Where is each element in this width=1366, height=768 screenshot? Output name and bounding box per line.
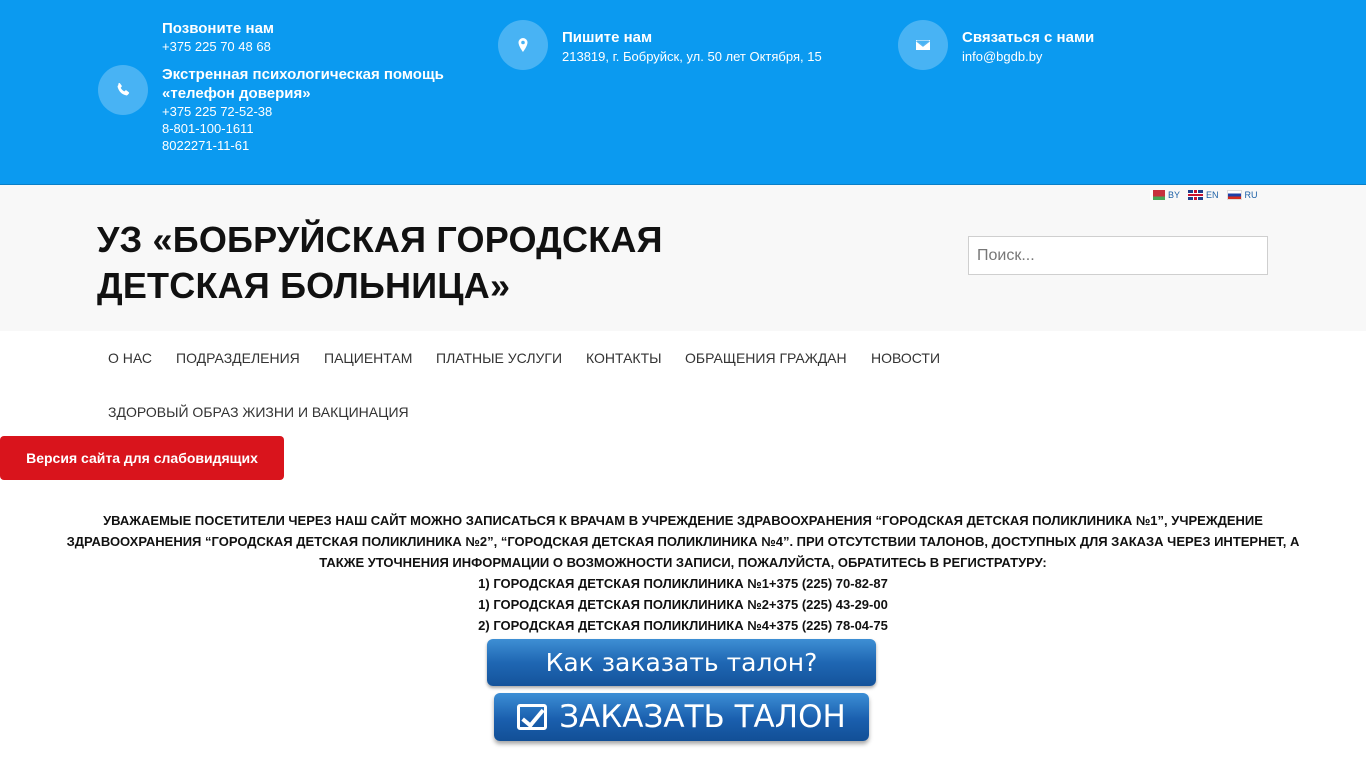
hotline-phone-3[interactable]: 8022271-11-61 xyxy=(162,137,249,154)
lang-ru-label: RU xyxy=(1244,190,1258,200)
flag-by-icon xyxy=(1150,190,1165,200)
nav-item-paid-services[interactable]: ПЛАТНЫЕ УСЛУГИ xyxy=(436,350,562,366)
order-ticket-banner[interactable]: ЗАКАЗАТЬ ТАЛОН xyxy=(494,693,869,741)
contact-bar: Позвоните нам +375 225 70 48 68 Экстренн… xyxy=(0,0,1366,185)
nav-item-contacts[interactable]: КОНТАКТЫ xyxy=(586,350,662,366)
lang-by[interactable]: BY xyxy=(1150,190,1180,200)
email-link[interactable]: info@bgdb.by xyxy=(962,48,1042,65)
contact-title: Связаться с нами xyxy=(962,29,1095,46)
checkbox-icon xyxy=(517,704,548,730)
flag-ru-icon xyxy=(1226,190,1242,200)
site-title[interactable]: УЗ «БОБРУЙСКАЯ ГОРОДСКАЯ ДЕТСКАЯ БОЛЬНИЦ… xyxy=(97,217,663,309)
nav-item-healthy-lifestyle[interactable]: ЗДОРОВЫЙ ОБРАЗ ЖИЗНИ И ВАКЦИНАЦИЯ xyxy=(108,404,409,420)
search-input[interactable] xyxy=(968,236,1268,275)
lang-by-label: BY xyxy=(1168,190,1181,200)
notice-phone-2: 1) ГОРОДСКАЯ ДЕТСКАЯ ПОЛИКЛИНИКА №2+375 … xyxy=(478,597,888,612)
phone-icon xyxy=(98,65,148,115)
write-title: Пишите нам xyxy=(562,29,653,46)
lang-en[interactable]: EN xyxy=(1188,190,1219,200)
nav-item-news[interactable]: НОВОСТИ xyxy=(871,350,940,366)
lang-ru[interactable]: RU xyxy=(1226,190,1258,200)
emergency-title: Экстренная психологическая помощь xyxy=(162,66,444,83)
notice-line-3: ТАКЖЕ УТОЧНЕНИЯ ИНФОРМАЦИИ О ВОЗМОЖНОСТИ… xyxy=(319,555,1047,570)
nav-item-patients[interactable]: ПАЦИЕНТАМ xyxy=(324,350,412,366)
notice-phone-3: 2) ГОРОДСКАЯ ДЕТСКАЯ ПОЛИКЛИНИКА №4+375 … xyxy=(478,618,888,633)
how-to-order-banner[interactable]: Как заказать талон? xyxy=(487,639,876,686)
flag-en-icon xyxy=(1188,190,1204,200)
notice-line-2: ЗДРАВООХРАНЕНИЯ “ГОРОДСКАЯ ДЕТСКАЯ ПОЛИК… xyxy=(66,534,1300,549)
call-phone[interactable]: +375 225 70 48 68 xyxy=(162,38,271,55)
low-vision-version-button[interactable]: Версия сайта для слабовидящих xyxy=(0,436,284,480)
appointment-notice: УВАЖАЕМЫЕ ПОСЕТИТЕЛИ ЧЕРЕЗ НАШ САЙТ МОЖН… xyxy=(10,510,1356,636)
nav-item-about[interactable]: О НАС xyxy=(108,350,152,366)
order-ticket-label: ЗАКАЗАТЬ ТАЛОН xyxy=(559,699,846,735)
envelope-icon xyxy=(898,20,948,70)
site-title-line-1: УЗ «БОБРУЙСКАЯ ГОРОДСКАЯ xyxy=(97,219,663,260)
hotline-phone-2[interactable]: 8-801-100-1611 xyxy=(162,120,254,137)
how-to-order-label: Как заказать талон? xyxy=(545,648,818,677)
hotline-phone-1[interactable]: +375 225 72-52-38 xyxy=(162,103,272,120)
hotline-title: «телефон доверия» xyxy=(162,85,311,102)
site-title-line-2: ДЕТСКАЯ БОЛЬНИЦА» xyxy=(97,265,511,306)
lang-en-label: EN xyxy=(1206,190,1219,200)
nav-item-appeals[interactable]: ОБРАЩЕНИЯ ГРАЖДАН xyxy=(685,350,847,366)
language-switcher: BY EN RU xyxy=(1150,190,1258,200)
notice-phone-1: 1) ГОРОДСКАЯ ДЕТСКАЯ ПОЛИКЛИНИКА №1+375 … xyxy=(478,576,888,591)
map-marker-icon xyxy=(498,20,548,70)
site-header: BY EN RU УЗ «БОБРУЙСКАЯ ГОРОДСКАЯ ДЕТСКА… xyxy=(0,185,1366,331)
address: 213819, г. Бобруйск, ул. 50 лет Октября,… xyxy=(562,49,822,64)
nav-item-departments[interactable]: ПОДРАЗДЕЛЕНИЯ xyxy=(176,350,300,366)
call-title: Позвоните нам xyxy=(162,20,275,37)
notice-line-1: УВАЖАЕМЫЕ ПОСЕТИТЕЛИ ЧЕРЕЗ НАШ САЙТ МОЖН… xyxy=(103,513,1263,528)
